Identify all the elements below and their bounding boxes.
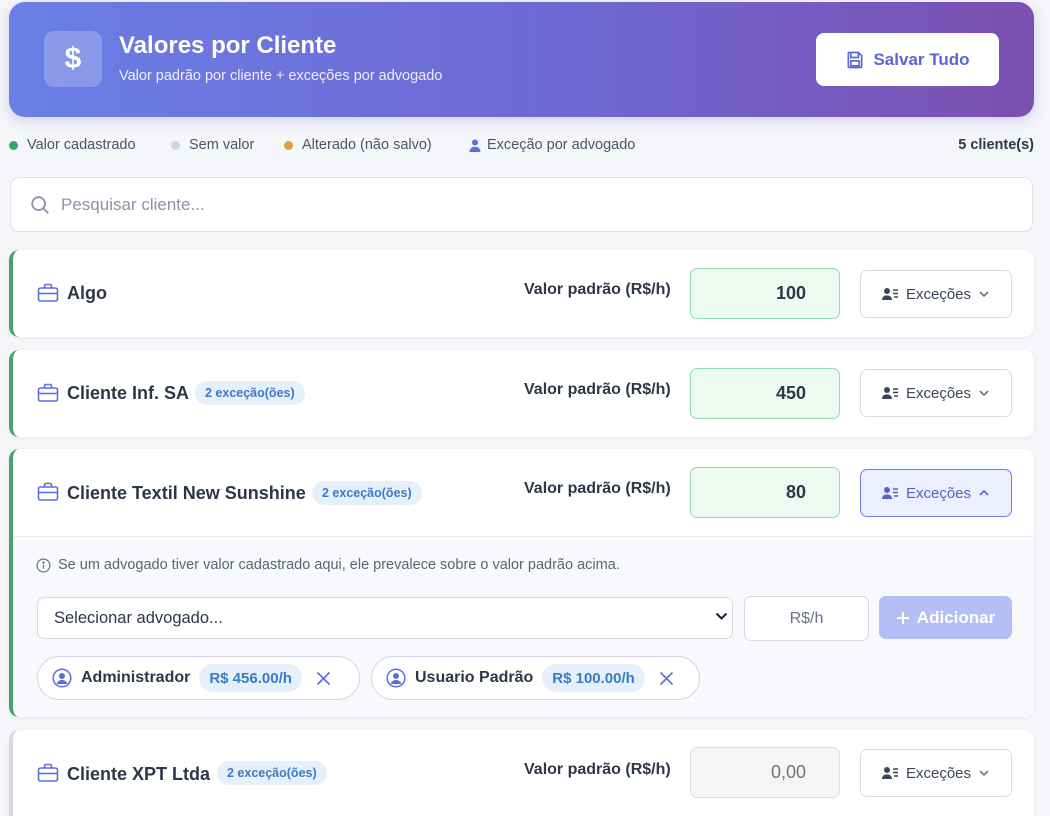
info-message: Se um advogado tiver valor cadastrado aq… <box>36 557 620 573</box>
default-value-label: Valor padrão (R$/h) <box>524 381 671 398</box>
legend-item-filled: Valor cadastrado <box>9 137 136 153</box>
exception-rate-badge: R$ 456.00/h <box>199 664 302 692</box>
briefcase-icon <box>37 763 59 782</box>
exception-lawyer-name: Administrador <box>81 669 191 686</box>
exception-count-badge: 2 exceção(ões) <box>217 761 327 785</box>
legend-label: Valor cadastrado <box>27 137 136 153</box>
close-icon <box>659 671 673 685</box>
default-value-label: Valor padrão (R$/h) <box>524 281 671 298</box>
chevron-down-icon <box>715 612 728 620</box>
remove-exception-button[interactable] <box>316 671 331 686</box>
plus-icon <box>896 611 909 624</box>
search-input[interactable] <box>61 186 1011 224</box>
green-dot-icon <box>9 140 18 150</box>
exception-lawyer-name: Usuario Padrão <box>415 669 534 686</box>
users-list-icon <box>881 767 898 779</box>
client-name: Cliente XPT Ltda <box>67 764 211 784</box>
save-icon <box>847 51 863 68</box>
chevron-down-icon <box>979 291 989 298</box>
orange-dot-icon <box>284 140 293 150</box>
chevron-down-icon <box>979 390 989 397</box>
exception-count-badge: 2 exceção(ões) <box>195 381 305 405</box>
exceptions-label: Exceções <box>905 285 972 303</box>
status-legend: Valor cadastrado Sem valor Alterado (não… <box>9 137 1034 155</box>
exceptions-toggle-button[interactable]: Exceções <box>860 369 1012 417</box>
dollar-icon: $ <box>44 31 102 87</box>
info-text: Se um advogado tiver valor cadastrado aq… <box>58 557 620 573</box>
client-card: Algo Valor padrão (R$/h) Exceções <box>9 250 1034 337</box>
default-value-input[interactable] <box>690 368 840 419</box>
rate-input[interactable] <box>744 596 869 641</box>
page-subtitle: Valor padrão por cliente + exceções por … <box>119 68 443 84</box>
close-icon <box>316 671 330 685</box>
person-icon <box>469 139 481 152</box>
client-name: Algo <box>67 283 107 303</box>
search-icon <box>31 196 49 214</box>
exceptions-label: Exceções <box>905 484 972 502</box>
legend-label: Exceção por advogado <box>487 137 636 153</box>
exceptions-label: Exceções <box>905 764 972 782</box>
briefcase-icon <box>37 482 59 501</box>
default-value-input[interactable] <box>690 747 840 798</box>
exceptions-toggle-button[interactable]: Exceções <box>860 270 1012 318</box>
user-circle-icon <box>52 668 72 688</box>
briefcase-icon <box>37 383 59 402</box>
legend-label: Sem valor <box>189 137 255 153</box>
briefcase-icon <box>37 283 59 302</box>
client-name: Cliente Textil New Sunshine <box>67 483 306 503</box>
default-value-input[interactable] <box>690 268 840 319</box>
save-all-button[interactable]: Salvar Tudo <box>816 33 999 86</box>
client-card: Cliente Inf. SA 2 exceção(ões) Valor pad… <box>9 350 1034 437</box>
info-icon <box>36 558 51 572</box>
page-header: $ Valores por Cliente Valor padrão por c… <box>9 2 1034 117</box>
chevron-down-icon <box>979 770 989 777</box>
exceptions-panel: Se um advogado tiver valor cadastrado aq… <box>13 536 1034 717</box>
gray-dot-icon <box>171 140 180 150</box>
add-exception-label: Adicionar <box>916 607 996 627</box>
save-all-label: Salvar Tudo <box>873 49 970 69</box>
default-value-label: Valor padrão (R$/h) <box>524 480 671 497</box>
exceptions-toggle-button[interactable]: Exceções <box>860 749 1012 797</box>
users-list-icon <box>881 387 898 399</box>
default-value-input[interactable] <box>690 467 840 518</box>
exceptions-label: Exceções <box>905 384 972 402</box>
client-count: 5 cliente(s) <box>958 137 1034 153</box>
client-card-expanded: Cliente Textil New Sunshine 2 exceção(õe… <box>9 449 1034 717</box>
exception-chip: Administrador R$ 456.00/h <box>37 656 360 700</box>
exception-count-badge: 2 exceção(ões) <box>312 481 422 505</box>
remove-exception-button[interactable] <box>659 671 674 686</box>
legend-label: Alterado (não salvo) <box>302 137 432 153</box>
legend-item-exception: Exceção por advogado <box>469 137 635 153</box>
page-title: Valores por Cliente <box>119 32 337 59</box>
users-list-icon <box>881 288 898 300</box>
user-circle-icon <box>386 668 406 688</box>
exception-chip: Usuario Padrão R$ 100.00/h <box>371 656 700 700</box>
default-value-label: Valor padrão (R$/h) <box>524 761 671 778</box>
users-list-icon <box>881 487 898 499</box>
add-exception-button[interactable]: Adicionar <box>879 596 1012 639</box>
search-box <box>10 177 1033 232</box>
client-name: Cliente Inf. SA <box>67 383 190 403</box>
legend-item-empty: Sem valor <box>171 137 254 153</box>
exceptions-toggle-button[interactable]: Exceções <box>860 469 1012 517</box>
chevron-up-icon <box>979 489 989 496</box>
exception-rate-badge: R$ 100.00/h <box>542 664 645 692</box>
client-card: Cliente XPT Ltda 2 exceção(ões) Valor pa… <box>9 730 1034 816</box>
legend-item-changed: Alterado (não salvo) <box>284 137 432 153</box>
lawyer-select[interactable]: Selecionar advogado... <box>37 597 733 639</box>
